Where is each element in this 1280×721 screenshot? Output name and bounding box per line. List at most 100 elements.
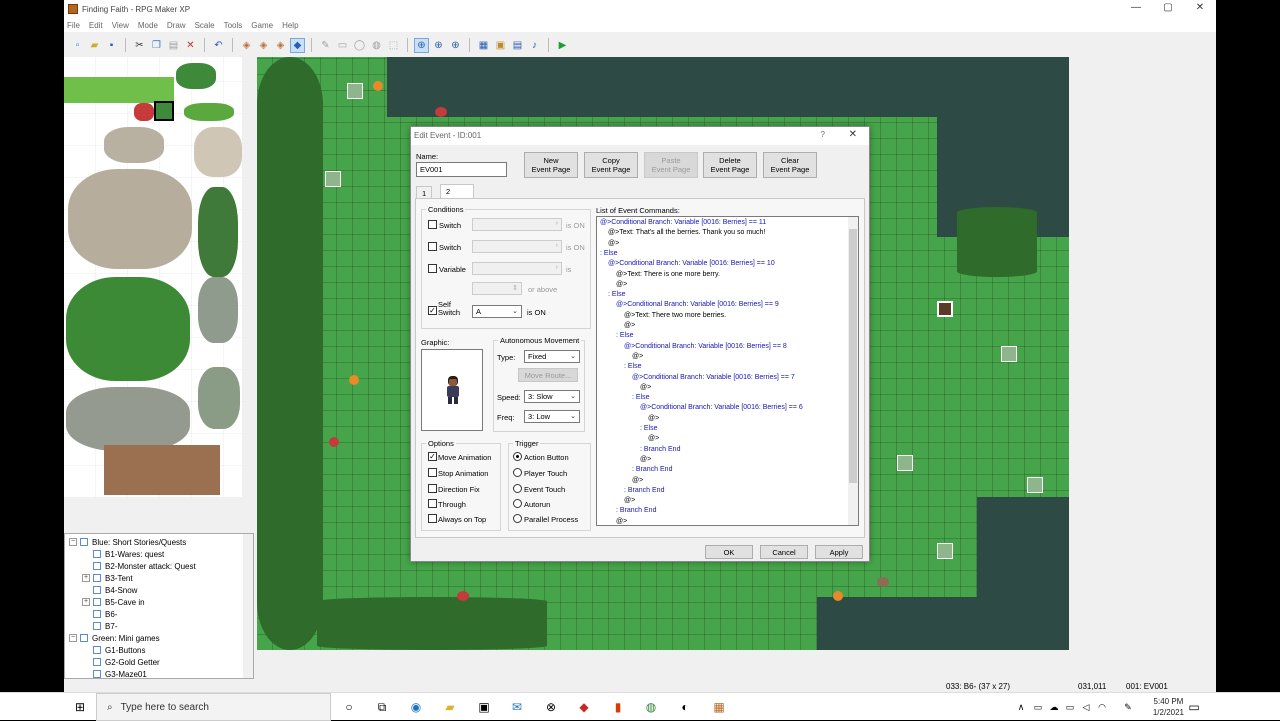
chrome-icon[interactable]: ◍ <box>643 699 659 715</box>
tree-scrollbar[interactable] <box>243 534 253 678</box>
event-command-row[interactable]: @> <box>632 476 643 486</box>
stop-animation-checkbox[interactable] <box>428 468 437 477</box>
clear-event-page-button[interactable]: Clear Event Page <box>763 152 817 178</box>
layer2-icon[interactable]: ◈ <box>256 38 271 53</box>
copy-icon[interactable]: ❐ <box>149 38 164 53</box>
event-marker[interactable] <box>937 543 953 559</box>
event-command-row[interactable]: @> <box>640 455 651 465</box>
switch2-select[interactable]: › <box>472 240 562 253</box>
event-command-row[interactable]: @> <box>632 352 643 362</box>
wifi-icon[interactable]: ◠ <box>1094 699 1110 715</box>
event-command-row[interactable]: : Branch End <box>632 465 672 475</box>
grass-tile[interactable] <box>64 77 174 103</box>
variable-checkbox[interactable] <box>428 264 437 273</box>
dialog-close-button[interactable]: ✕ <box>849 129 857 140</box>
store-icon[interactable]: ▣ <box>476 699 492 715</box>
dead-tree-tile[interactable] <box>68 169 192 269</box>
minimize-button[interactable]: — <box>1120 0 1152 18</box>
save-icon[interactable]: ▪ <box>104 38 119 53</box>
tree-item[interactable]: B4-Snow <box>82 584 137 596</box>
event-command-row[interactable]: @>Conditional Branch: Variable [0016: Be… <box>640 403 803 413</box>
parallel-process-radio[interactable] <box>513 514 522 523</box>
maximize-button[interactable]: ▢ <box>1152 0 1184 18</box>
file-explorer-icon[interactable]: ▰ <box>442 699 458 715</box>
event-command-row[interactable]: @> <box>624 321 635 331</box>
select-icon[interactable]: ⬚ <box>386 38 401 53</box>
commands-scrollbar[interactable] <box>848 217 858 525</box>
move-route-button[interactable]: Move Route... <box>518 368 578 382</box>
materialbase-icon[interactable]: ▣ <box>493 38 508 53</box>
tileset-scrollbar[interactable] <box>242 57 254 527</box>
switch1-select[interactable]: › <box>472 218 562 231</box>
direction-fix-checkbox[interactable] <box>428 484 437 493</box>
event-graphic-box[interactable] <box>421 349 483 431</box>
tree-expander[interactable]: + <box>82 598 90 606</box>
mail-icon[interactable]: ✉ <box>509 699 525 715</box>
selected-tile[interactable] <box>154 101 174 121</box>
autorun-radio[interactable] <box>513 499 522 508</box>
show-hidden-icons[interactable]: ∧ <box>1013 699 1029 715</box>
event-command-row[interactable]: @> <box>616 517 627 525</box>
delete-icon[interactable]: ✕ <box>183 38 198 53</box>
cancel-button[interactable]: Cancel <box>760 545 808 559</box>
event-command-row[interactable]: @>Conditional Branch: Variable [0016: Be… <box>600 218 766 228</box>
event-command-row[interactable]: : Else <box>632 393 650 403</box>
tab-page-2[interactable]: 2 <box>440 184 474 198</box>
lily-tile[interactable] <box>184 103 234 121</box>
tree-item[interactable]: G3-Maze01 <box>82 668 147 678</box>
layer1-icon[interactable]: ◈ <box>239 38 254 53</box>
tree-expander[interactable]: − <box>69 634 77 642</box>
menu-mode[interactable]: Mode <box>138 21 158 30</box>
event-command-row[interactable]: @> <box>608 239 619 249</box>
taskbar-search[interactable]: ⌕ Type here to search <box>96 693 331 721</box>
onedrive-icon[interactable]: ☁ <box>1046 699 1062 715</box>
battery-icon[interactable]: ▭ <box>1062 699 1078 715</box>
branches-tile[interactable] <box>194 127 242 177</box>
variable-select[interactable]: › <box>472 262 562 275</box>
event-command-row[interactable]: @>Text: There is one more berry. <box>616 270 720 280</box>
tree-item[interactable]: B1-Wares: quest <box>82 548 164 560</box>
pen-icon[interactable]: ✎ <box>1120 699 1136 715</box>
tree-item[interactable]: B6- <box>82 608 117 620</box>
notifications-icon[interactable]: ▭ <box>1186 699 1202 715</box>
help-button[interactable]: ? <box>821 130 825 139</box>
tree-item[interactable]: − Blue: Short Stories/Quests <box>69 536 186 548</box>
fill-icon[interactable]: ◍ <box>369 38 384 53</box>
stone-pillar-tile[interactable] <box>198 277 238 343</box>
database-icon[interactable]: ▦ <box>476 38 491 53</box>
cortana-icon[interactable]: ○ <box>341 699 357 715</box>
ok-button[interactable]: OK <box>705 545 753 559</box>
stone-gate-tile[interactable] <box>66 387 190 451</box>
event-name-input[interactable]: EV001 <box>416 162 507 177</box>
tileset-palette[interactable] <box>64 57 242 497</box>
windows-start-icon[interactable]: ⊞ <box>72 699 88 715</box>
tree-expander[interactable]: − <box>69 538 77 546</box>
movement-type-select[interactable]: Fixed ⌄ <box>524 350 580 363</box>
zoom-2-icon[interactable]: ⊕ <box>431 38 446 53</box>
move-animation-checkbox[interactable]: ✓ <box>428 452 437 461</box>
paste-icon[interactable]: ▤ <box>166 38 181 53</box>
event-command-row[interactable]: @>Conditional Branch: Variable [0016: Be… <box>608 259 775 269</box>
event-command-row[interactable]: : Else <box>624 362 642 372</box>
self-switch-select[interactable]: A ⌄ <box>472 305 522 318</box>
apply-button[interactable]: Apply <box>815 545 863 559</box>
event-marker[interactable] <box>1001 346 1017 362</box>
tree-item[interactable]: − Green: Mini games <box>69 632 160 644</box>
action-button-radio[interactable] <box>513 452 522 461</box>
event-command-row[interactable]: @>Conditional Branch: Variable [0016: Be… <box>616 300 779 310</box>
menu-view[interactable]: View <box>112 21 129 30</box>
open-project-icon[interactable]: ▰ <box>87 38 102 53</box>
delete-event-page-button[interactable]: Delete Event Page <box>703 152 757 178</box>
selected-event-marker[interactable] <box>937 301 953 317</box>
ruin-tile[interactable] <box>198 367 240 429</box>
rpg-maker-taskbar-icon[interactable]: ▦ <box>711 699 727 715</box>
big-tree-tile[interactable] <box>66 277 190 381</box>
tree-item[interactable]: + B5-Cave in <box>82 596 145 608</box>
through-checkbox[interactable] <box>428 499 437 508</box>
xbox-icon[interactable]: ⊗ <box>543 699 559 715</box>
tree-item[interactable]: G2-Gold Getter <box>82 656 160 668</box>
menu-tools[interactable]: Tools <box>224 21 243 30</box>
paste-event-page-button[interactable]: Paste Event Page <box>644 152 698 178</box>
event-command-row[interactable]: @>Text: That's all the berries. Thank yo… <box>608 228 765 238</box>
player-touch-radio[interactable] <box>513 468 522 477</box>
